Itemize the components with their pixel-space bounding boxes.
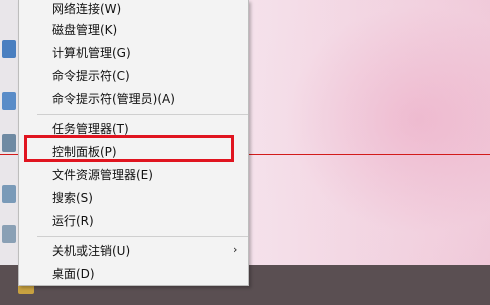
menu-item-desktop[interactable]: 桌面(D): [52, 265, 95, 283]
menu-separator: [37, 236, 248, 237]
menu-item-command-prompt[interactable]: 命令提示符(C): [52, 67, 130, 85]
menu-separator: [37, 114, 248, 115]
control-panel-highlight-box: [24, 135, 234, 162]
menu-item-search[interactable]: 搜索(S): [52, 189, 93, 207]
menu-item-run[interactable]: 运行(R): [52, 212, 94, 230]
menu-item-file-explorer[interactable]: 文件资源管理器(E): [52, 166, 153, 184]
desktop-icons-strip: [0, 0, 18, 265]
menu-item-network-connections[interactable]: 网络连接(W): [52, 0, 121, 18]
desktop-app-icon[interactable]: [2, 134, 16, 152]
desktop-app-icon[interactable]: [2, 92, 16, 110]
submenu-arrow-icon: ›: [233, 243, 238, 256]
menu-item-disk-management[interactable]: 磁盘管理(K): [52, 21, 117, 39]
desktop-app-icon[interactable]: [2, 225, 16, 243]
menu-item-shutdown-signout[interactable]: 关机或注销(U): [52, 242, 130, 260]
desktop-app-icon[interactable]: [2, 185, 16, 203]
desktop-app-icon[interactable]: [2, 40, 16, 58]
menu-item-computer-management[interactable]: 计算机管理(G): [52, 44, 131, 62]
menu-item-command-prompt-admin[interactable]: 命令提示符(管理员)(A): [52, 90, 175, 108]
